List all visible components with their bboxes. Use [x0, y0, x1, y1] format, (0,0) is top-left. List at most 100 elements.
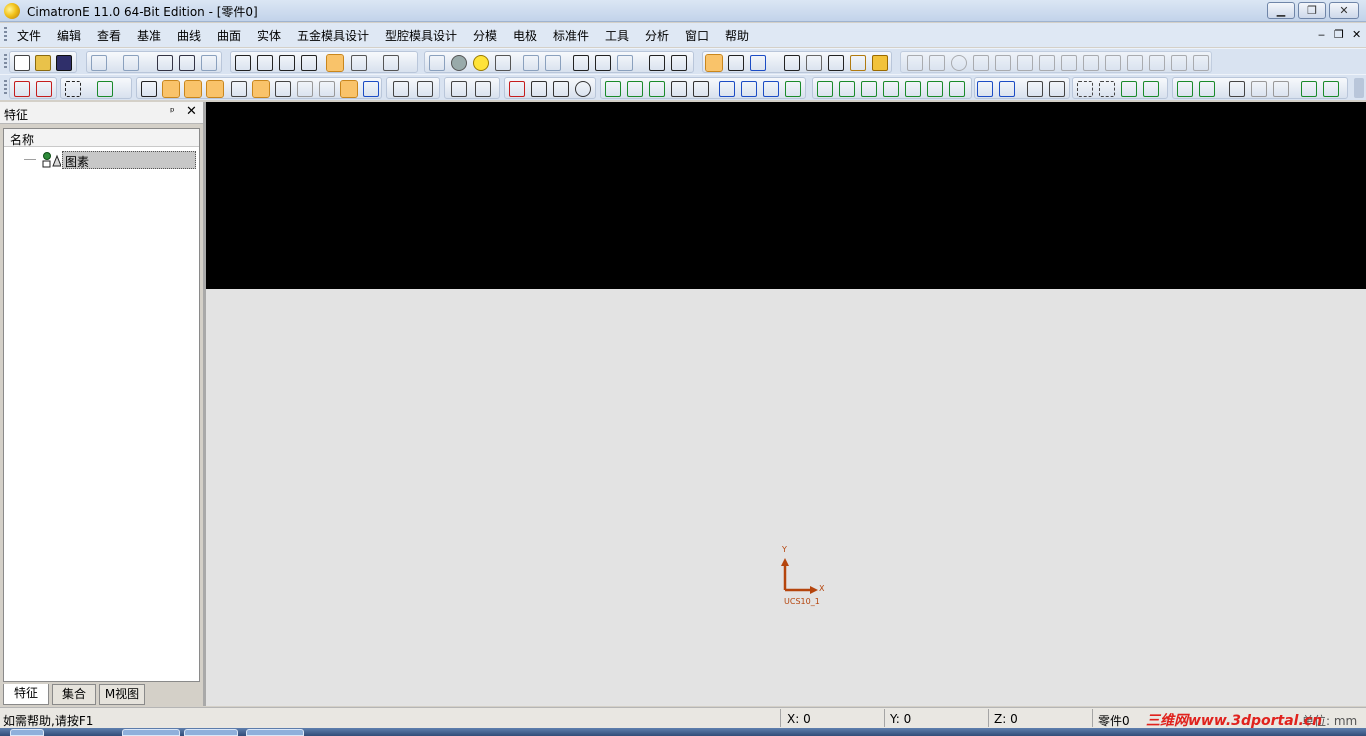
sketch-trim-icon[interactable]: [1017, 55, 1033, 71]
shaded-view-icon[interactable]: [326, 54, 344, 72]
menu-view[interactable]: 查看: [97, 27, 121, 44]
zoom-window-icon[interactable]: [257, 55, 273, 71]
material-icon[interactable]: [872, 55, 888, 71]
line-icon[interactable]: [531, 81, 547, 97]
extrude-solid-icon[interactable]: [1301, 81, 1317, 97]
stitch-icon[interactable]: [1121, 81, 1137, 97]
mdi-minimize-icon[interactable]: ‒: [1318, 28, 1325, 41]
sketch-dimension-icon[interactable]: [1105, 55, 1121, 71]
spline-icon[interactable]: [553, 81, 569, 97]
mdi-restore-icon[interactable]: ❐: [1334, 28, 1344, 41]
filter-sketches-icon[interactable]: [319, 81, 335, 97]
menu-tools[interactable]: 工具: [605, 27, 629, 44]
extrude-surface-icon[interactable]: [905, 81, 921, 97]
menu-file[interactable]: 文件: [17, 27, 41, 44]
menu-standard-parts[interactable]: 标准件: [553, 27, 589, 44]
zoom-dynamic-icon[interactable]: [279, 55, 295, 71]
box-select-icon[interactable]: [1099, 81, 1115, 97]
camera-icon[interactable]: [617, 55, 633, 71]
split-curve-icon[interactable]: [693, 81, 709, 97]
show-hide-icon[interactable]: [429, 55, 445, 71]
filter-sets-icon[interactable]: [252, 80, 270, 98]
cap-surface-icon[interactable]: [949, 81, 965, 97]
graphics-viewport[interactable]: Y X UCS10_1: [206, 102, 1366, 706]
part-icon[interactable]: [649, 55, 665, 71]
revolve-surface-icon[interactable]: [927, 81, 943, 97]
menu-help[interactable]: 帮助: [725, 27, 749, 44]
link-icon[interactable]: [157, 55, 173, 71]
close-button[interactable]: ✕: [1329, 2, 1359, 19]
select-box-icon[interactable]: [65, 81, 81, 97]
offset-curve-icon[interactable]: [785, 81, 801, 97]
parting-split-icon[interactable]: [999, 81, 1015, 97]
plane-section-icon[interactable]: [763, 81, 779, 97]
sketch-line-icon[interactable]: [907, 55, 923, 71]
reorder-icon[interactable]: [179, 55, 195, 71]
fill-face-icon[interactable]: [1143, 81, 1159, 97]
menu-grip-handle[interactable]: [4, 27, 7, 43]
taskbar-button[interactable]: [122, 729, 180, 736]
points-icon[interactable]: [573, 55, 589, 71]
filter-datums-icon[interactable]: [275, 81, 291, 97]
delete-entity-icon[interactable]: [14, 81, 30, 97]
filter-all-icon[interactable]: [141, 81, 157, 97]
sketch-exit-icon[interactable]: [1193, 55, 1209, 71]
delete-feature-icon[interactable]: [36, 81, 52, 97]
project-curve-icon[interactable]: [719, 81, 735, 97]
sketch-circle-icon[interactable]: [951, 55, 967, 71]
sketch-mirror-icon[interactable]: [1061, 55, 1077, 71]
color-fill-icon[interactable]: [750, 55, 766, 71]
filter-bodies-icon[interactable]: [297, 81, 313, 97]
panel-close-icon[interactable]: ✕: [186, 104, 197, 119]
new-file-icon[interactable]: [14, 55, 30, 71]
toolbar-overflow-chevron-icon[interactable]: [1354, 78, 1364, 98]
filter-faces-icon[interactable]: [162, 80, 180, 98]
symmetric-icon[interactable]: [1027, 81, 1043, 97]
tree-item[interactable]: 图素: [62, 151, 196, 169]
view-orientation-icon[interactable]: [351, 55, 367, 71]
taskbar-button[interactable]: [184, 729, 238, 736]
toolbar-grip-handle[interactable]: [4, 54, 7, 70]
filter-curves-icon[interactable]: [206, 80, 224, 98]
blend-surface-icon[interactable]: [883, 81, 899, 97]
transform-icon[interactable]: [201, 55, 217, 71]
previous-view-icon[interactable]: [523, 55, 539, 71]
filter-list-icon[interactable]: [363, 81, 379, 97]
sketch-arc-icon[interactable]: [973, 55, 989, 71]
next-view-icon[interactable]: [545, 55, 561, 71]
undo-icon[interactable]: [91, 55, 107, 71]
menu-die-design[interactable]: 五金模具设计: [297, 27, 369, 44]
menu-electrode[interactable]: 电极: [513, 27, 537, 44]
filter-objects-icon[interactable]: [340, 80, 358, 98]
chamfer-curve-icon[interactable]: [627, 81, 643, 97]
measure-icon[interactable]: [595, 55, 611, 71]
mirror-face-icon[interactable]: [1049, 81, 1065, 97]
save-disk-icon[interactable]: [56, 55, 72, 71]
layer-up-icon[interactable]: [1229, 81, 1245, 97]
light-bulb-off-icon[interactable]: [451, 55, 467, 71]
tree-column-header[interactable]: 名称: [4, 129, 199, 147]
fillet-curve-icon[interactable]: [605, 81, 621, 97]
cimatron-app-icon[interactable]: [4, 3, 20, 19]
layer-manager-icon[interactable]: [705, 54, 723, 72]
menu-parting[interactable]: 分模: [473, 27, 497, 44]
brush-icon[interactable]: [850, 55, 866, 71]
assembly-icon[interactable]: [671, 55, 687, 71]
sketch-frame-icon[interactable]: [1127, 55, 1143, 71]
grid-table-icon[interactable]: [728, 55, 744, 71]
render-mode-icon[interactable]: [383, 55, 399, 71]
new-solid-icon[interactable]: [1177, 81, 1193, 97]
toolbar-grip-handle[interactable]: [4, 80, 7, 96]
filter-edges-icon[interactable]: [184, 80, 202, 98]
menu-curve[interactable]: 曲线: [177, 27, 201, 44]
menu-edit[interactable]: 编辑: [57, 27, 81, 44]
menu-analysis[interactable]: 分析: [645, 27, 669, 44]
circle-icon[interactable]: [575, 81, 591, 97]
pin-icon[interactable]: ᵖ: [170, 105, 175, 118]
loft-surface-icon[interactable]: [817, 81, 833, 97]
layer-copy-icon[interactable]: [1273, 81, 1289, 97]
parting-face-icon[interactable]: [977, 81, 993, 97]
sketch-ellipse-icon[interactable]: [995, 55, 1011, 71]
light-bulb-on-icon[interactable]: [473, 55, 489, 71]
sketcher-icon[interactable]: [451, 81, 467, 97]
